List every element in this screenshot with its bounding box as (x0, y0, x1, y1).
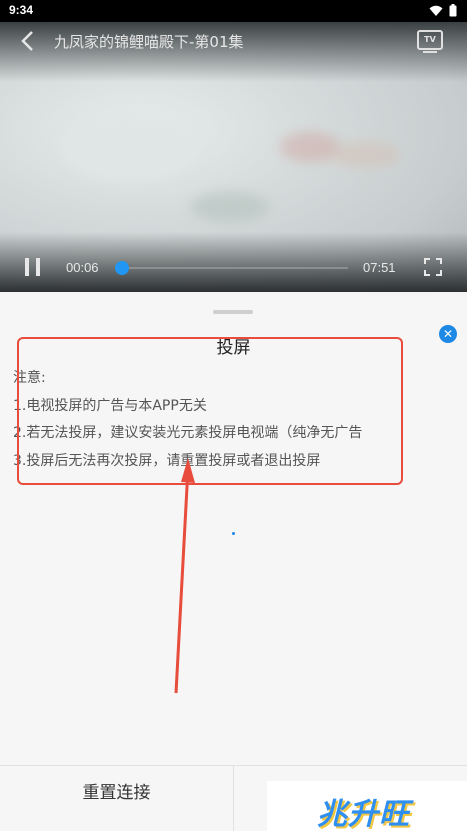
reset-connection-button[interactable]: 重置连接 (0, 766, 233, 831)
watermark-logo: 兆升旺 (267, 781, 467, 831)
progress-track[interactable] (115, 261, 348, 275)
pause-bar-right (36, 258, 40, 276)
cast-tv-icon[interactable]: TV (417, 30, 443, 53)
pause-button[interactable] (25, 258, 41, 276)
back-icon[interactable] (18, 29, 38, 53)
watermark-text: 兆升旺 (317, 797, 410, 831)
fullscreen-icon[interactable] (424, 258, 442, 276)
progress-thumb[interactable] (115, 261, 129, 275)
duration: 07:51 (363, 260, 396, 275)
video-title: 九凤家的锦鲤喵殿下-第01集 (54, 33, 244, 51)
annotation-arrow (174, 458, 195, 694)
divider (233, 766, 234, 831)
pause-bar-left (25, 258, 29, 276)
current-time: 00:06 (66, 260, 99, 275)
